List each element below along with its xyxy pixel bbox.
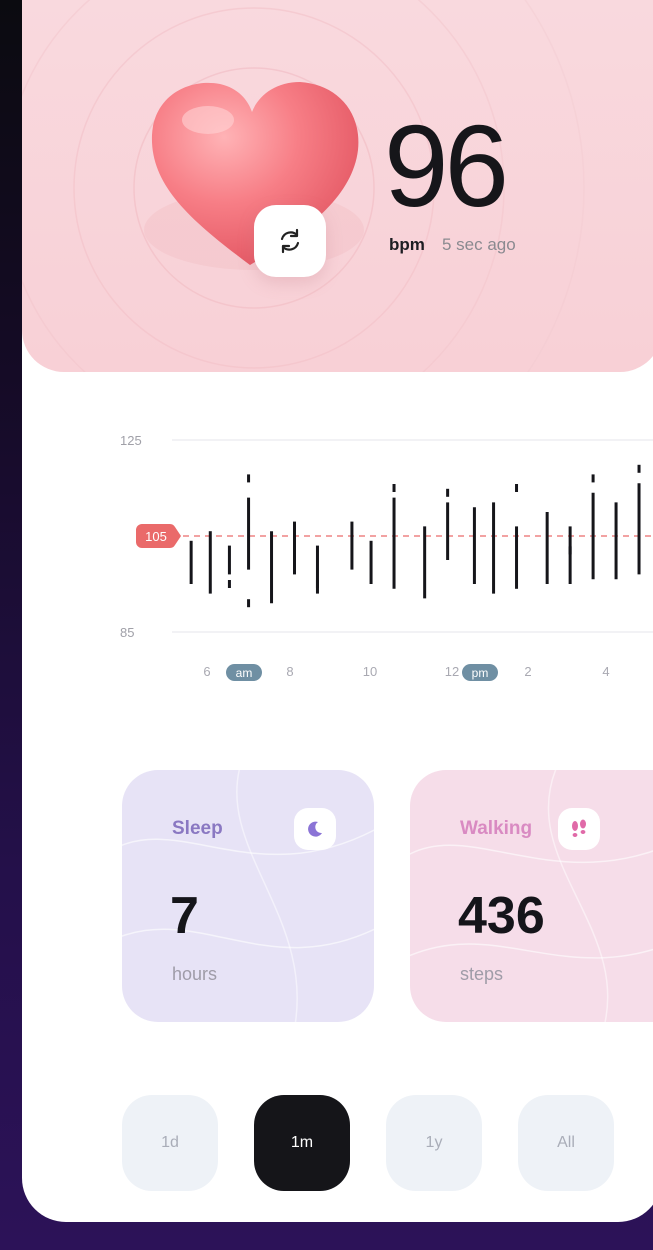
sync-button[interactable] [254,205,326,277]
chart-labels: 125 85 105 6 8 10 12 2 4 am pm [120,433,610,681]
range-dot [247,474,251,483]
phone-screen: 96 bpm 5 sec ago 125 85 105 6 8 10 12 2 4 am pm Sl… [22,0,653,1222]
range-1m-button[interactable]: 1m [254,1095,350,1191]
range-dot [446,488,450,497]
sync-icon [280,228,300,254]
moon-icon-badge [294,808,336,850]
card-pattern [122,770,374,1022]
range-dot [247,599,251,608]
heart-rate-card: 96 bpm 5 sec ago [22,0,653,372]
range-dot [568,546,572,555]
range-1d-button[interactable]: 1d [122,1095,218,1191]
pm-badge-label: pm [472,666,489,680]
footsteps-icon-badge [558,808,600,850]
x-tick-label: 12 [445,664,459,679]
x-tick-label: 2 [524,664,531,679]
heart-rate-chart: 125 85 105 6 8 10 12 2 4 am pm [120,433,653,681]
heart-rate-unit: bpm [389,235,425,254]
range-dot [637,464,641,473]
walking-value: 436 [458,887,545,945]
moon-icon [308,821,322,837]
walking-card[interactable]: Walking 436 steps [410,770,653,1022]
sleep-card[interactable]: Sleep 7 hours [122,770,374,1022]
x-tick-label: 8 [286,664,293,679]
y-tick-label: 85 [120,625,134,640]
range-all-button[interactable]: All [518,1095,614,1191]
y-tick-label: 125 [120,433,142,448]
sleep-title: Sleep [172,818,223,839]
chart-grid [172,439,653,633]
footsteps-icon [572,819,586,837]
heart-rate-value: 96 [384,101,509,231]
x-tick-label: 6 [203,664,210,679]
last-updated-text: 5 sec ago [442,235,516,254]
sleep-value: 7 [170,887,199,945]
walking-title: Walking [460,818,533,839]
range-dot [227,580,231,588]
am-badge-label: am [236,666,253,680]
range-1y-button[interactable]: 1y [386,1095,482,1191]
range-dot [591,474,595,483]
x-tick-label: 10 [363,664,377,679]
x-tick-label: 4 [602,664,609,679]
range-dot [515,484,519,492]
reference-label: 105 [145,529,167,544]
range-dot [315,580,319,588]
range-dot [392,484,396,492]
walking-unit: steps [460,964,504,984]
sleep-unit: hours [172,964,218,984]
